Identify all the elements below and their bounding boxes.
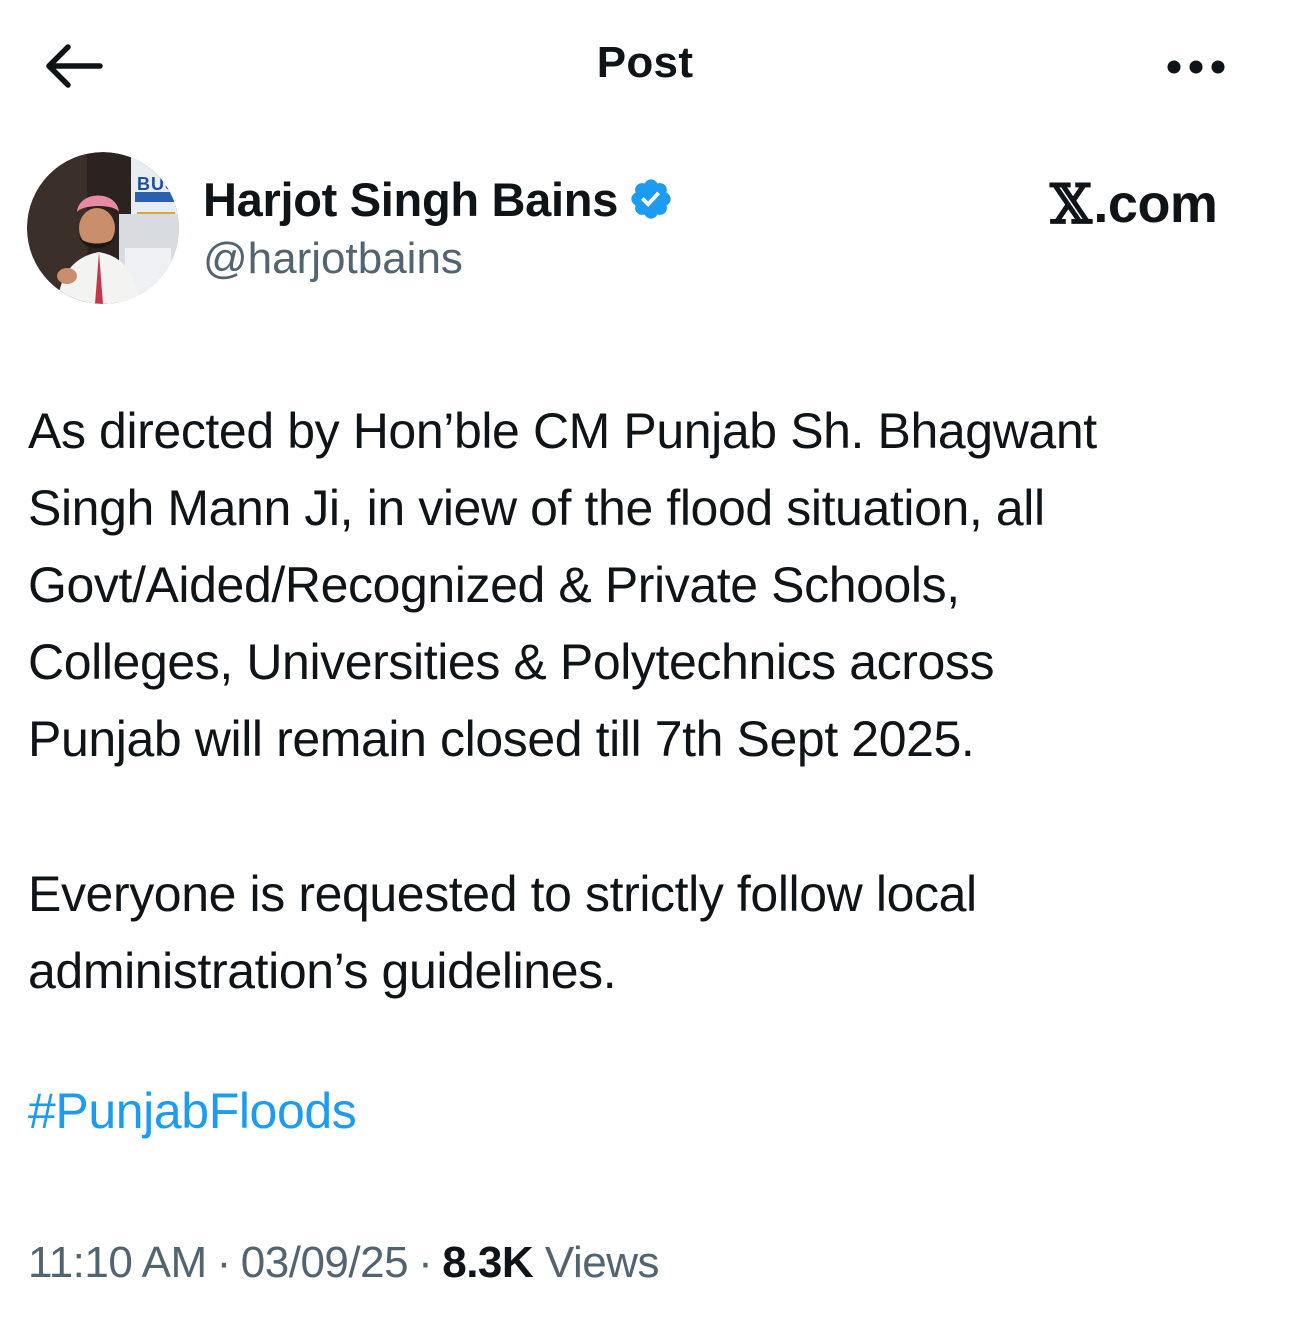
user-handle[interactable]: @harjotbains <box>203 234 463 284</box>
verified-badge-icon <box>628 176 674 222</box>
brand-watermark: 𝕏 .com <box>1050 172 1218 236</box>
text-line: As directed by Hon’ble CM Punjab Sh. Bha… <box>28 403 1097 459</box>
hashtag-link[interactable]: #PunjabFloods <box>28 1082 357 1140</box>
x-logo-icon: 𝕏 <box>1050 172 1092 236</box>
display-name-row: Harjot Singh Bains <box>203 170 674 228</box>
text-line: Govt/Aided/Recognized & Private Schools, <box>28 557 960 613</box>
post-meta: 11:10 AM · 03/09/25 · 8.3K Views <box>28 1238 660 1288</box>
post-date[interactable]: 03/09/25 <box>241 1238 409 1287</box>
avatar-overlay-text: BUS <box>137 174 179 194</box>
text-line: Everyone is requested to strictly follow… <box>28 866 977 922</box>
display-name[interactable]: Harjot Singh Bains <box>203 172 618 227</box>
page-title: Post <box>596 38 694 87</box>
more-horizontal-icon <box>1167 60 1225 74</box>
text-line: Colleges, Universities & Polytechnics ac… <box>28 634 995 690</box>
views-count[interactable]: 8.3K <box>442 1238 533 1287</box>
text-line: Punjab will remain closed till 7th Sept … <box>28 711 975 767</box>
post-time[interactable]: 11:10 AM <box>28 1238 207 1287</box>
brand-suffix: .com <box>1093 174 1218 234</box>
text-line: administration’s guidelines. <box>28 943 617 999</box>
meta-separator: · <box>216 1238 232 1287</box>
text-line: Singh Mann Ji, in view of the flood situ… <box>28 480 1045 536</box>
meta-separator: · <box>418 1238 433 1287</box>
top-bar: Post <box>0 0 1290 135</box>
post-paragraph-2: Everyone is requested to strictly follow… <box>28 856 1278 1010</box>
avatar[interactable]: BUS <box>27 152 179 304</box>
views-label[interactable]: Views <box>545 1238 660 1287</box>
post-paragraph-1: As directed by Hon’ble CM Punjab Sh. Bha… <box>28 393 1278 778</box>
post-text: As directed by Hon’ble CM Punjab Sh. Bha… <box>28 393 1278 1010</box>
more-options-button[interactable] <box>1158 44 1234 90</box>
